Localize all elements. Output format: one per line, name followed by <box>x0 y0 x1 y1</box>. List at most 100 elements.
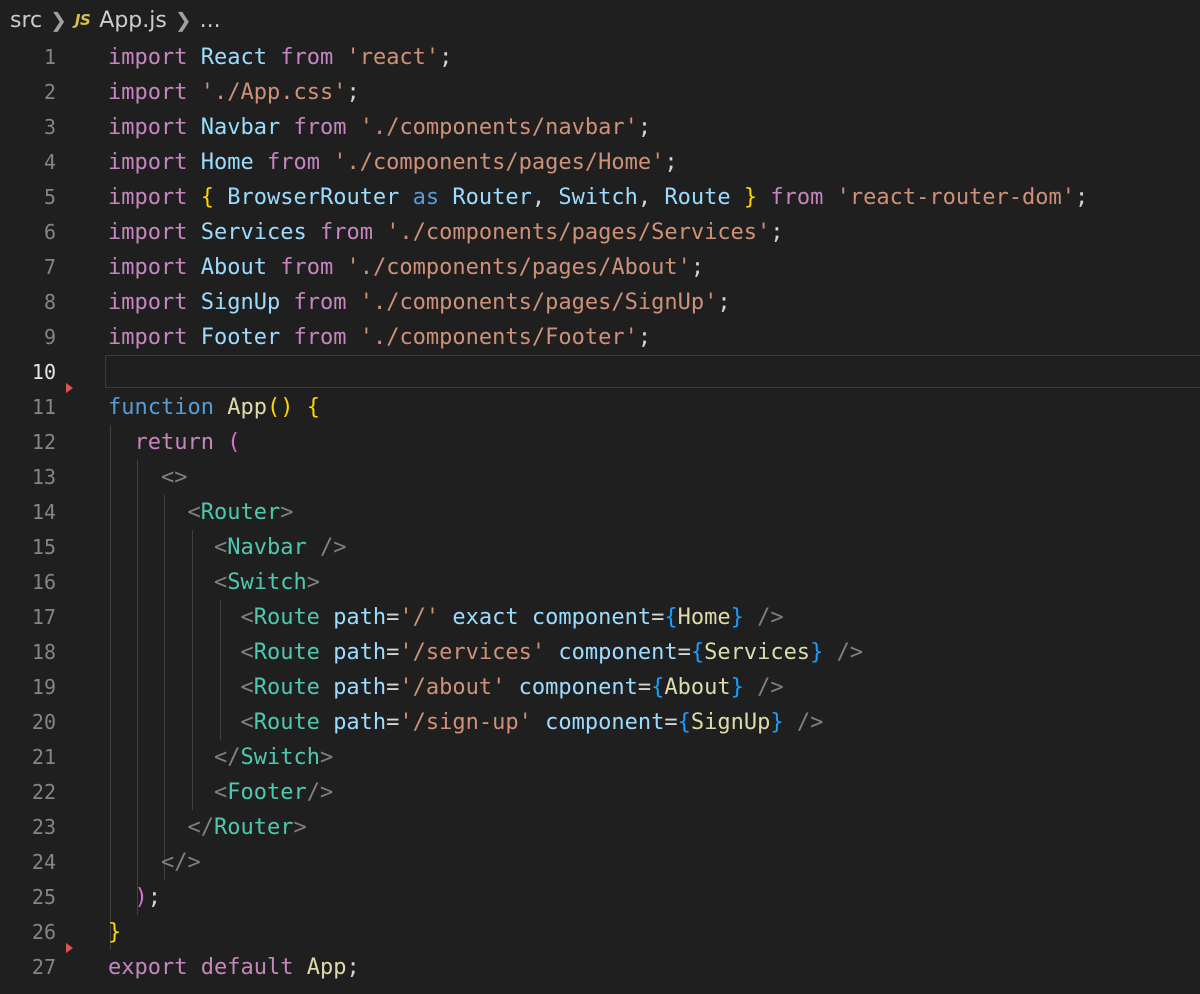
code-line[interactable]: 6 import Services from './components/page… <box>0 215 1200 250</box>
breadcrumb-symbols[interactable]: ... <box>200 8 221 33</box>
code-line[interactable]: 2 import './App.css'; <box>0 75 1200 110</box>
code-line[interactable]: 14 <Router> <box>0 495 1200 530</box>
code-token: About <box>200 255 267 280</box>
code-line[interactable]: 15 <Navbar /> <box>0 530 1200 565</box>
code-line[interactable]: 21 </Switch> <box>0 740 1200 775</box>
code-line[interactable]: 5 import { BrowserRouter as Router, Switc… <box>0 180 1200 215</box>
code-line[interactable]: 25 ); <box>0 880 1200 915</box>
code-token: './components/pages/Home' <box>333 150 665 175</box>
code-token: Footer <box>200 325 281 350</box>
code-token: } <box>730 675 744 700</box>
code-token: </ <box>187 815 214 840</box>
code-token: </> <box>160 850 201 875</box>
code-token: /> <box>757 605 784 630</box>
code-token: < <box>240 640 254 665</box>
code-content: import { BrowserRouter as Router, Switch… <box>108 180 1088 215</box>
code-line[interactable]: 18 <Route path='/services' component={Se… <box>0 635 1200 670</box>
code-line[interactable]: 3 import Navbar from './components/navbar… <box>0 110 1200 145</box>
code-token: ; <box>664 150 678 175</box>
line-number: 9 <box>43 325 56 349</box>
code-token: } <box>743 185 758 210</box>
code-token: Route <box>664 185 731 210</box>
code-token: Route <box>253 675 320 700</box>
code-line[interactable]: 19 <Route path='/about' component={About… <box>0 670 1200 705</box>
code-line[interactable]: 27 export default App; <box>0 950 1200 985</box>
code-line[interactable]: 10 <box>0 355 1200 390</box>
line-number: 15 <box>31 535 56 559</box>
code-token: <> <box>160 465 188 490</box>
code-token: './components/pages/About' <box>346 255 691 280</box>
code-line[interactable]: 13 <> <box>0 460 1200 495</box>
code-content: <Route path='/services' component={Servi… <box>108 635 863 670</box>
code-line[interactable]: 12 return ( <box>0 425 1200 460</box>
code-token: < <box>240 605 254 630</box>
code-line[interactable]: 11 function App() { <box>0 390 1200 425</box>
javascript-file-icon: JS <box>74 11 91 29</box>
code-content: import Navbar from './components/navbar'… <box>108 110 651 145</box>
breadcrumb-file[interactable]: App.js <box>99 8 167 33</box>
code-token: from <box>319 220 373 245</box>
code-line[interactable]: 24 </> <box>0 845 1200 880</box>
code-token: Router <box>200 500 281 525</box>
code-token: import <box>108 255 188 280</box>
code-token: component <box>531 605 652 630</box>
code-line[interactable]: 20 <Route path='/sign-up' component={Sig… <box>0 705 1200 740</box>
code-token: export <box>108 955 188 980</box>
code-token: About <box>664 675 731 700</box>
code-token: /> <box>757 675 784 700</box>
line-number: 4 <box>43 150 56 174</box>
breadcrumb-folder[interactable]: src <box>10 8 42 33</box>
code-token: import <box>108 150 188 175</box>
code-token: from <box>293 290 347 315</box>
code-token: ) <box>134 885 148 910</box>
code-content: </Switch> <box>108 740 333 775</box>
code-content: <Route path='/about' component={About} /… <box>108 670 784 705</box>
code-token: > <box>293 815 307 840</box>
code-token: </ <box>213 745 241 770</box>
code-line[interactable]: 9 import Footer from './components/Footer… <box>0 320 1200 355</box>
code-token: './App.css' <box>200 80 347 105</box>
code-line[interactable]: 16 <Switch> <box>0 565 1200 600</box>
code-editor[interactable]: 1 import React from 'react'; 2 import './Ap… <box>0 40 1200 994</box>
code-token: { <box>651 675 665 700</box>
code-line[interactable]: 7 import About from './components/pages/A… <box>0 250 1200 285</box>
code-token: './components/pages/SignUp' <box>359 290 718 315</box>
code-line[interactable]: 4 import Home from './components/pages/Ho… <box>0 145 1200 180</box>
code-token: , <box>531 185 559 210</box>
code-token: import <box>108 115 188 140</box>
code-token: Home <box>677 605 731 630</box>
code-token: BrowserRouter <box>227 185 400 210</box>
code-line[interactable]: 8 import SignUp from './components/pages/… <box>0 285 1200 320</box>
code-line[interactable]: 22 <Footer/> <box>0 775 1200 810</box>
code-token: Route <box>253 710 320 735</box>
code-token: /> <box>796 710 824 735</box>
code-token: > <box>280 500 294 525</box>
code-content: export default App; <box>108 950 360 985</box>
code-line[interactable]: 23 </Router> <box>0 810 1200 845</box>
code-token: Footer <box>227 780 307 805</box>
code-token: ; <box>346 80 360 105</box>
code-line[interactable]: 17 <Route path='/' exact component={Home… <box>0 600 1200 635</box>
code-token: '/services' <box>399 640 546 665</box>
code-line[interactable]: 26} <box>0 915 1200 950</box>
code-token: SignUp <box>690 710 771 735</box>
code-line[interactable]: 1 import React from 'react'; <box>0 40 1200 75</box>
code-token: 'react' <box>346 45 440 70</box>
